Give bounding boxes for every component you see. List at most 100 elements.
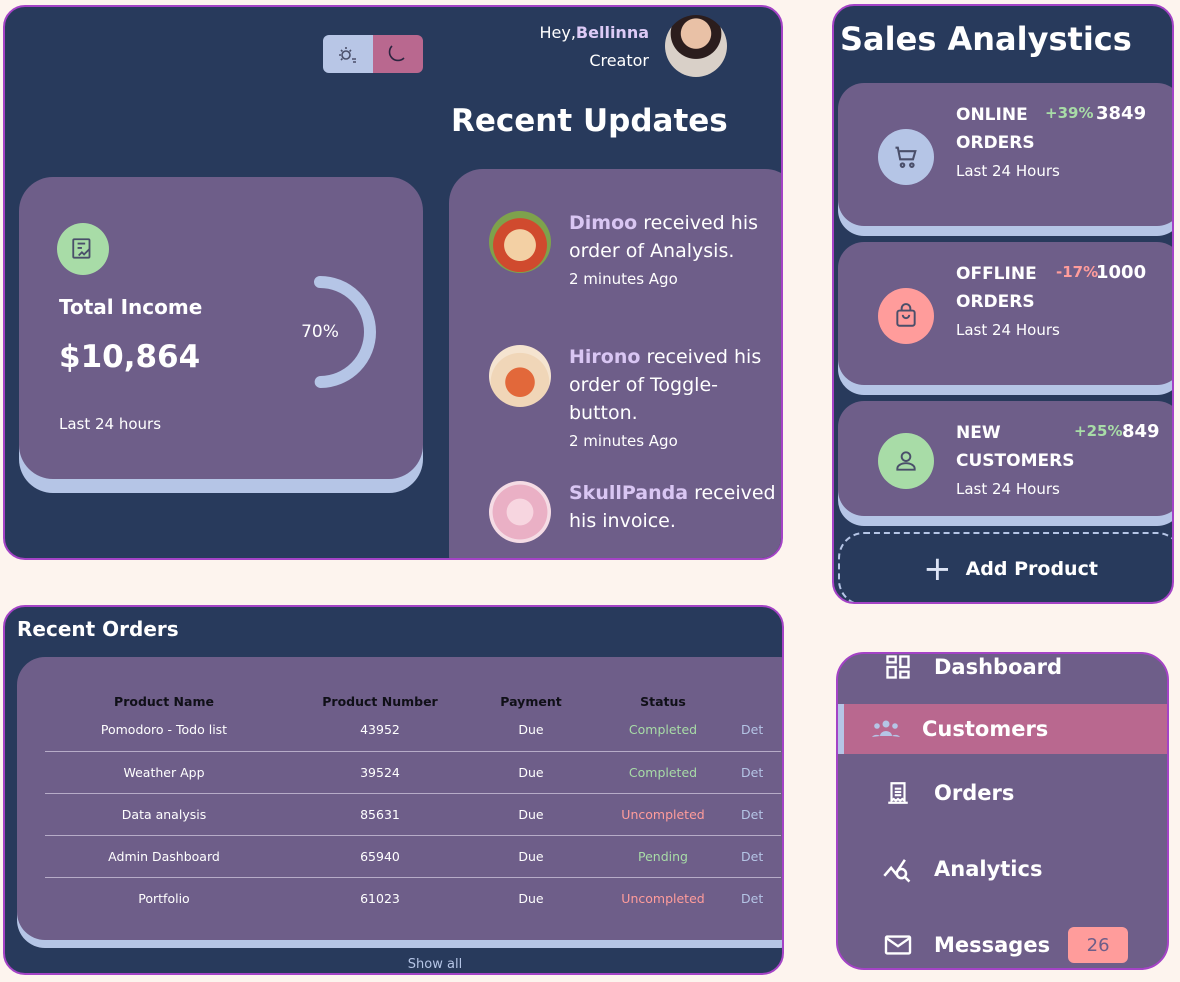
theme-toggle[interactable] (323, 35, 423, 73)
recent-updates-title: Recent Updates (451, 103, 728, 139)
light-mode-button[interactable] (323, 35, 373, 73)
sidebar-item-label: Messages (934, 933, 1051, 957)
product-name: Data analysis (45, 793, 283, 836)
update-avatar (489, 211, 551, 273)
details-link[interactable]: Det (741, 793, 781, 836)
dark-mode-button[interactable] (373, 35, 423, 73)
customers-icon (866, 718, 906, 740)
income-period: Last 24 hours (59, 415, 162, 433)
total-income-card: Total Income $10,864 Last 24 hours 70% (19, 177, 423, 479)
sales-card-period: Last 24 Hours (956, 162, 1060, 180)
sidebar-item-label: Dashboard (934, 655, 1063, 679)
sales-analytics-panel: Sales Analystics ONLINE ORDERS Last 24 H… (832, 4, 1174, 604)
add-product-label: Add Product (965, 558, 1098, 580)
profile-info: Hey,Bellinna Creator (539, 19, 649, 75)
sidebar-item-label: Orders (934, 781, 1015, 805)
online-orders-card: ONLINE ORDERS Last 24 Hours +39% 3849 (838, 83, 1172, 226)
user-role: Creator (589, 51, 649, 70)
sales-card-value: 849 (1122, 421, 1160, 442)
sidebar-item-label: Customers (922, 717, 1049, 741)
offline-orders-card: OFFLINE ORDERS Last 24 Hours -17% 1000 (838, 242, 1172, 385)
update-avatar (489, 481, 551, 543)
order-status: Pending (585, 835, 741, 878)
product-name: Pomodoro - Todo list (45, 709, 283, 752)
recent-orders-panel: Recent Orders Product Name Product Numbe… (3, 605, 784, 975)
sales-card-value: 1000 (1096, 262, 1147, 283)
sales-card-period: Last 24 Hours (956, 321, 1060, 339)
add-product-button[interactable]: + Add Product (838, 532, 1172, 602)
sidebar-item-label: Analytics (934, 857, 1043, 881)
receipt-icon (878, 779, 918, 807)
column-header: Product Number (322, 694, 438, 709)
details-link[interactable]: Det (741, 751, 781, 794)
column-header: Product Name (114, 694, 214, 709)
table-row: Weather App 39524 Due Completed Det (45, 751, 781, 794)
order-status: Completed (585, 709, 741, 752)
sales-card-period: Last 24 Hours (956, 480, 1060, 498)
update-avatar (489, 345, 551, 407)
column-header: Payment (500, 694, 562, 709)
sidebar-item-analytics[interactable]: Analytics (838, 844, 1167, 894)
product-name: Weather App (45, 751, 283, 794)
product-number: 61023 (360, 890, 400, 906)
sales-card-value: 3849 (1096, 103, 1147, 124)
payment-status: Due (477, 709, 585, 752)
sales-analytics-title: Sales Analystics (840, 20, 1132, 58)
shopping-bag-icon (878, 288, 934, 344)
table-row: Data analysis 85631 Due Uncompleted Det (45, 793, 781, 836)
greeting-text: Hey, (539, 23, 576, 42)
plus-icon: + (923, 549, 952, 589)
sales-card-title: OFFLINE ORDERS (956, 264, 1037, 312)
product-name: Admin Dashboard (45, 835, 283, 878)
income-percent: 70% (301, 322, 339, 342)
order-status: Completed (585, 751, 741, 794)
new-customers-card: NEW CUSTOMERS Last 24 Hours +25% 849 (838, 401, 1172, 516)
profile-avatar[interactable] (665, 15, 727, 77)
income-label: Total Income (59, 295, 203, 319)
table-header-row: Product Name Product Number Payment Stat… (45, 677, 781, 709)
details-link[interactable]: Det (741, 709, 781, 752)
payment-status: Due (518, 890, 544, 906)
product-number: 39524 (283, 751, 477, 794)
sales-card-percent: +39% (1045, 104, 1094, 122)
sun-icon (339, 47, 356, 63)
update-time: 2 minutes Ago (569, 270, 678, 288)
order-status: Uncompleted (621, 890, 705, 906)
product-number: 65940 (283, 835, 477, 878)
sidebar-item-orders[interactable]: Orders (838, 768, 1167, 818)
details-link[interactable]: Det (741, 877, 781, 919)
update-name: SkullPanda (569, 482, 689, 504)
table-row: Pomodoro - Todo list 43952 Due Completed… (45, 709, 781, 752)
chart-icon (57, 223, 109, 275)
sidebar-item-customers[interactable]: Customers (838, 704, 1167, 754)
update-time: 2 minutes Ago (569, 432, 678, 450)
column-header: Status (640, 694, 686, 709)
sidebar-nav: Dashboard Customers Orders Analytics Mes… (836, 652, 1169, 970)
orders-table-card: Product Name Product Number Payment Stat… (17, 657, 782, 940)
analytics-icon (878, 855, 918, 883)
income-amount: $10,864 (59, 339, 201, 375)
update-name: Dimoo (569, 212, 638, 234)
recent-updates-card: Dimoo received his order of Analysis. 2 … (449, 169, 781, 558)
user-name: Bellinna (575, 23, 649, 42)
orders-table: Product Name Product Number Payment Stat… (45, 677, 781, 919)
sales-card-percent: +25% (1074, 422, 1123, 440)
payment-status: Due (477, 835, 585, 878)
mail-icon (878, 933, 918, 957)
table-row: Portfolio 61023 Due Uncompleted Det (45, 877, 781, 919)
moon-icon (388, 45, 405, 62)
details-link[interactable]: Det (741, 835, 781, 878)
sales-card-percent: -17% (1056, 263, 1099, 281)
product-number: 85631 (283, 793, 477, 836)
show-all-link[interactable]: Show all (5, 957, 782, 972)
main-panel: Hey,Bellinna Creator Recent Updates Tota… (3, 5, 783, 560)
message-count-badge: 26 (1068, 927, 1129, 963)
table-row: Admin Dashboard 65940 Due Pending Det (45, 835, 781, 878)
dashboard-icon (878, 654, 918, 681)
order-status: Uncompleted (585, 793, 741, 836)
update-name: Hirono (569, 346, 641, 368)
recent-orders-title: Recent Orders (17, 617, 179, 641)
payment-status: Due (477, 751, 585, 794)
sidebar-item-dashboard[interactable]: Dashboard (838, 654, 1167, 692)
sidebar-item-messages[interactable]: Messages 26 (838, 920, 1167, 968)
